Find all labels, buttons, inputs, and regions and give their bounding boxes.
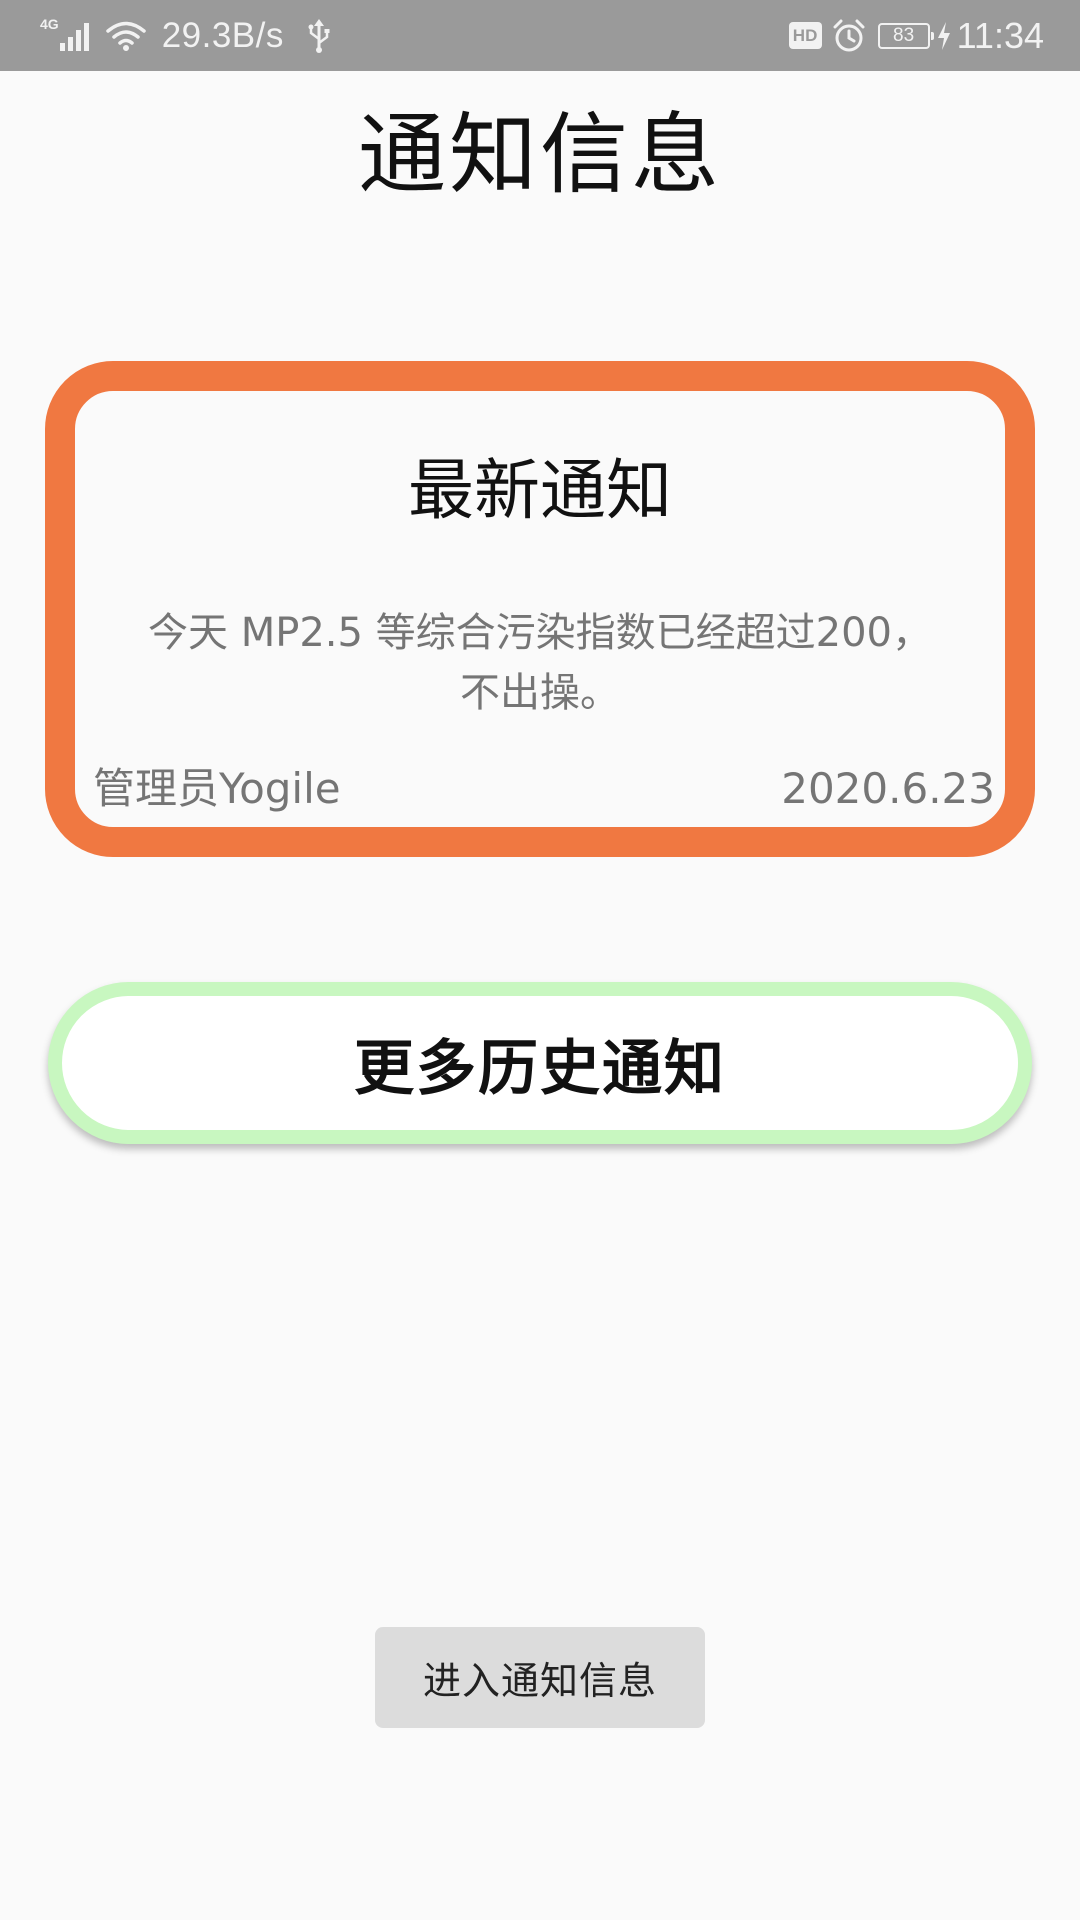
battery-icon: 83 (877, 22, 934, 49)
status-bar-right: HD 83 11:34 (788, 0, 1044, 71)
status-bar-left: 4G 29.3B/s (40, 0, 330, 71)
notice-body-line-1: 今天 MP2.5 等综合污染指数已经超过200， (147, 610, 933, 656)
notice-author: 管理员Yogile (93, 764, 341, 813)
clock: 11:34 (956, 14, 1044, 56)
signal-icon (59, 21, 92, 51)
alarm-icon (832, 19, 866, 53)
hd-icon: HD (788, 22, 822, 49)
screen: 4G 29.3B/s HD 83 11:34 通知信息 最新通知 今天 MP2.… (0, 0, 1080, 1920)
notice-body-line-2: 不出操。 (460, 670, 620, 716)
notice-body: 今天 MP2.5 等综合污染指数已经超过200， 不出操。 (105, 603, 975, 723)
usb-icon (308, 18, 330, 53)
page-title: 通知信息 (357, 103, 722, 206)
network-type: 4G (40, 15, 59, 32)
status-bar: 4G 29.3B/s HD 83 11:34 (0, 0, 1080, 71)
enter-notice-label: 进入通知信息 (422, 1659, 657, 1703)
latest-notice-card: 最新通知 今天 MP2.5 等综合污染指数已经超过200， 不出操。 管理员Yo… (45, 361, 1035, 857)
notice-date: 2020.6.23 (781, 764, 995, 813)
more-history-label: 更多历史通知 (354, 1033, 726, 1104)
enter-notice-button[interactable]: 进入通知信息 (375, 1627, 705, 1728)
wifi-icon (105, 20, 146, 52)
network-speed: 29.3B/s (161, 15, 284, 55)
notice-heading: 最新通知 (408, 452, 672, 529)
charge-icon (937, 21, 951, 50)
more-history-button[interactable]: 更多历史通知 (48, 982, 1032, 1144)
